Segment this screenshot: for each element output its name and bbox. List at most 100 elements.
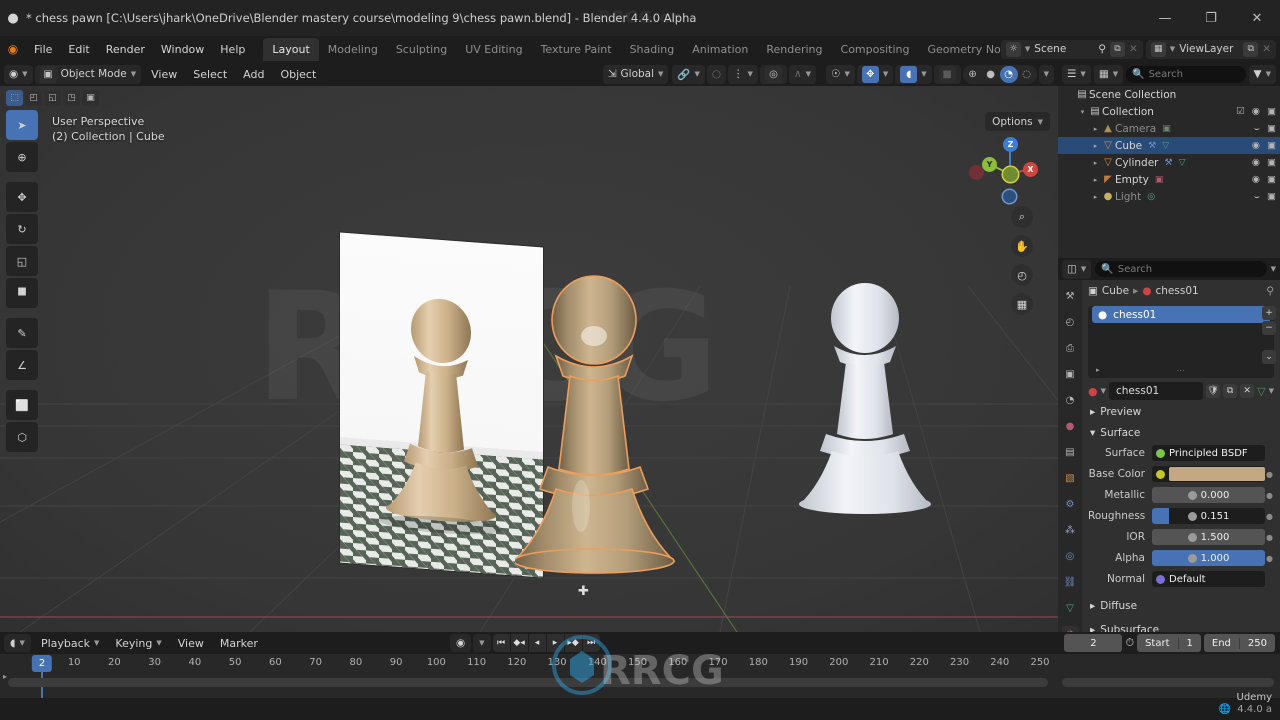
timeline-horizontal-scrollbar[interactable] <box>8 678 1048 687</box>
properties-tool-tab[interactable]: ⚒ <box>1062 288 1079 304</box>
object-mode-selector[interactable]: ▣ Object Mode ▼ <box>34 64 142 84</box>
reference-image-plane[interactable] <box>340 232 543 578</box>
image-data-icon[interactable]: ▣ <box>1155 175 1164 185</box>
node-socket-icon[interactable] <box>1187 553 1197 563</box>
keying-popover[interactable]: ▼ <box>473 634 491 652</box>
base-color-swatch[interactable] <box>1169 467 1265 481</box>
material-slot-item[interactable]: ● chess01 <box>1092 306 1270 323</box>
slot-expand-icon[interactable]: ▸ <box>1096 366 1100 374</box>
tool-rotate-tool[interactable]: ↻ <box>6 214 38 244</box>
property-value-roughness[interactable]: 0.151 <box>1152 508 1265 524</box>
gizmo-axis-neg-y[interactable] <box>1003 167 1018 182</box>
properties-scrollbar[interactable] <box>1062 678 1274 687</box>
navigation-gizmo[interactable]: Z Y X <box>969 132 1040 203</box>
menu-render[interactable]: Render <box>98 40 153 59</box>
timeline-menu-keying[interactable]: Keying ▼ <box>107 634 169 653</box>
viewport-menu-select[interactable]: Select <box>185 65 235 84</box>
overlays-toggle[interactable]: ◖ ▼ <box>895 64 932 84</box>
outliner-visibility-toggles[interactable]: ◉ ▣ <box>1252 174 1276 185</box>
workspace-tab-layout[interactable]: Layout <box>263 37 319 61</box>
shading-solid-icon[interactable]: ● <box>982 66 1000 83</box>
material-name-field[interactable]: chess01 <box>1109 382 1204 400</box>
light-data-icon[interactable]: ◎ <box>1147 192 1155 202</box>
select-mode-invert-icon[interactable]: ◳ <box>63 90 80 106</box>
viewport-3d[interactable]: ◉ ▼ ▣ Object Mode ▼ View Select Add Object … <box>0 62 1058 632</box>
gizmo-axis-neg-x[interactable] <box>969 165 984 180</box>
pivot-point-selector[interactable]: ⋮ ▼ <box>728 64 758 84</box>
mesh-data-icon[interactable]: ▽ <box>1162 141 1169 151</box>
panel-header-preview[interactable]: ▸ Preview <box>1082 403 1280 421</box>
animate-dot-icon[interactable]: ● <box>1265 470 1274 479</box>
jump-start-button[interactable]: ⏮ <box>492 634 510 652</box>
new-scene-icon[interactable]: ⧉ <box>1109 41 1125 57</box>
outliner-row-collection[interactable]: ▾ ▤ Collection ☑ ◉ ▣ <box>1058 103 1280 120</box>
node-socket-icon[interactable] <box>1187 532 1197 542</box>
unlink-scene-icon[interactable]: ✕ <box>1129 43 1138 55</box>
animate-dot-icon[interactable]: ● <box>1265 533 1274 542</box>
camera-data-icon[interactable]: ▣ <box>1162 124 1171 134</box>
breadcrumb-object[interactable]: Cube <box>1102 285 1129 297</box>
minimize-button[interactable]: — <box>1142 0 1188 36</box>
hand-icon[interactable]: ✋ <box>1011 235 1033 257</box>
node-socket-icon[interactable] <box>1156 469 1165 479</box>
gizmo-axis-x[interactable]: X <box>1023 162 1038 177</box>
snap-toggle[interactable]: 🔗 ▼ <box>672 64 705 84</box>
editor-type-selector[interactable]: ◉ ▼ <box>4 64 33 84</box>
outliner-row-cube[interactable]: ▸ ▽ Cube ⚒ ▽ ◉ ▣ <box>1058 137 1280 154</box>
outliner-row-scene-collection[interactable]: ▤ Scene Collection <box>1058 86 1280 103</box>
tool-cursor-tool[interactable]: ⊕ <box>6 142 38 172</box>
tool-measure-tool[interactable]: ∠ <box>6 350 38 380</box>
viewport-menu-object[interactable]: Object <box>272 65 324 84</box>
outliner-editor[interactable]: ☰ ▼ ▦ ▼ 🔍 Search ▼ ▼ ▤ Scene Collection ▾ ▤… <box>1058 62 1280 258</box>
menu-help[interactable]: Help <box>212 40 253 59</box>
pin-icon[interactable]: ⚲ <box>1098 43 1106 55</box>
menu-edit[interactable]: Edit <box>60 40 97 59</box>
gizmo-axis-neg-z[interactable] <box>1003 190 1016 203</box>
animate-dot-icon[interactable]: ● <box>1265 512 1274 521</box>
properties-view-layer-tab[interactable]: ▣ <box>1062 366 1079 382</box>
material-slot-menu-button[interactable]: ⌄ <box>1262 350 1276 364</box>
material-slot-list[interactable]: ● chess01 ▸ ⋯ <box>1088 306 1274 378</box>
add-material-slot-button[interactable]: + <box>1262 306 1276 320</box>
select-mode-extend-icon[interactable]: ◰ <box>25 90 42 106</box>
property-value-base-color[interactable] <box>1152 466 1265 482</box>
timeline-menu-playback[interactable]: Playback ▼ <box>33 634 107 653</box>
gizmo-axis-z[interactable]: Z <box>1003 137 1018 152</box>
workspace-tab-texture-paint[interactable]: Texture Paint <box>532 38 621 61</box>
end-frame-field[interactable]: End 250 <box>1203 634 1275 652</box>
tool-add-cube-tool[interactable]: ⬜ <box>6 390 38 420</box>
viewport-nav-buttons[interactable]: ⌕ ✋ ◴ ▦ <box>1011 206 1033 315</box>
outliner-visibility-toggles[interactable]: ◉ ▣ <box>1252 140 1276 151</box>
node-socket-icon[interactable] <box>1187 490 1197 500</box>
unlink-icon[interactable]: ✕ <box>1240 384 1255 398</box>
blender-menu-icon[interactable]: ◉ <box>0 42 26 56</box>
resize-grip[interactable]: ⋯ <box>1177 366 1186 375</box>
properties-data-tab[interactable]: ▽ <box>1062 600 1079 616</box>
shading-popover[interactable]: ▼ <box>1038 64 1054 84</box>
select-mode-intersect-icon[interactable]: ▣ <box>82 90 99 106</box>
fake-user-icon[interactable]: 🛡 <box>1206 384 1221 398</box>
properties-editor[interactable]: ◫ ▼ 🔍 Search ▼ ⚒◴⎙▣◔●▤▧⚙⁂◎⛓▽◕ ▣ Cube ▸ ●… <box>1058 258 1280 682</box>
workspace-tab-animation[interactable]: Animation <box>683 38 757 61</box>
playhead[interactable]: 2 <box>31 655 53 672</box>
timeline-editor-type[interactable]: ◖ ▼ <box>4 634 31 652</box>
stopwatch-icon[interactable]: ⏱ <box>1125 636 1134 650</box>
surface-property-rows[interactable]: Base Color ● Metallic 0.000 ● Roughness 0.151 ●… <box>1082 464 1280 589</box>
jump-end-button[interactable]: ⏭ <box>582 634 600 652</box>
workspace-tab-rendering[interactable]: Rendering <box>757 38 831 61</box>
chevron-down-icon[interactable]: ▼ <box>1271 265 1276 273</box>
tool-tweak-tool[interactable]: ➤ <box>6 110 38 140</box>
menu-file[interactable]: File <box>26 40 60 59</box>
disclosure-triangle-icon[interactable]: ▸ <box>1090 159 1101 167</box>
play-button[interactable]: ▸ <box>546 634 564 652</box>
chess-pawn-selected[interactable] <box>515 256 680 601</box>
disclosure-triangle-icon[interactable]: ▸ <box>1090 176 1101 184</box>
copy-icon[interactable]: ⧉ <box>1223 384 1238 398</box>
zoom-icon[interactable]: ⌕ <box>1011 206 1033 228</box>
eye-icon[interactable]: ◉ <box>1252 174 1260 185</box>
gizmo-axis-y[interactable]: Y <box>982 157 997 172</box>
animate-dot-icon[interactable]: ● <box>1265 491 1274 500</box>
disclosure-triangle-icon[interactable]: ▸ <box>1090 142 1101 150</box>
tool-extra-tool[interactable]: ⬡ <box>6 422 38 452</box>
outliner-editor-type[interactable]: ☰ ▼ <box>1062 64 1091 84</box>
